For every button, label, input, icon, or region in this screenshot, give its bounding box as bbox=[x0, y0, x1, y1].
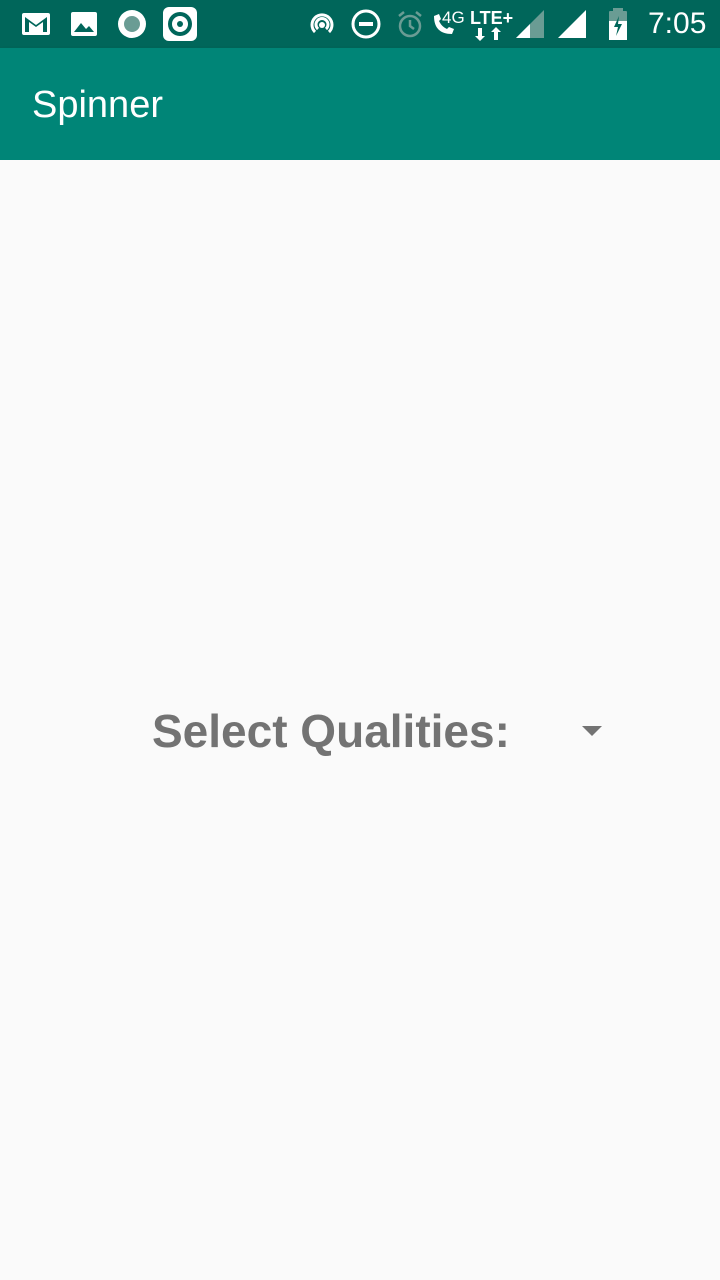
dropdown-arrow-icon[interactable] bbox=[580, 724, 604, 738]
signal-icon-2 bbox=[558, 10, 586, 38]
signal-icon bbox=[516, 10, 544, 38]
lte-data-icon bbox=[475, 27, 501, 41]
spinner-label: Select Qualities: bbox=[152, 705, 510, 757]
target-icon bbox=[163, 7, 197, 41]
status-bar: 4G LTE+ 7:05 bbox=[0, 0, 720, 48]
hotspot-icon bbox=[310, 13, 334, 34]
gmail-icon bbox=[22, 13, 50, 35]
battery-icon bbox=[609, 8, 627, 40]
app-title: Spinner bbox=[32, 84, 163, 126]
network-4g-label: 4G bbox=[442, 8, 465, 27]
app-bar: Spinner bbox=[0, 48, 720, 160]
qualities-spinner[interactable]: Select Qualities: bbox=[152, 700, 612, 764]
image-icon bbox=[71, 12, 97, 36]
clock-time: 7:05 bbox=[648, 7, 707, 40]
main-content: Select Qualities: bbox=[0, 160, 720, 1280]
dnd-icon bbox=[351, 9, 381, 39]
alarm-icon bbox=[398, 11, 422, 38]
record-icon bbox=[118, 10, 146, 38]
